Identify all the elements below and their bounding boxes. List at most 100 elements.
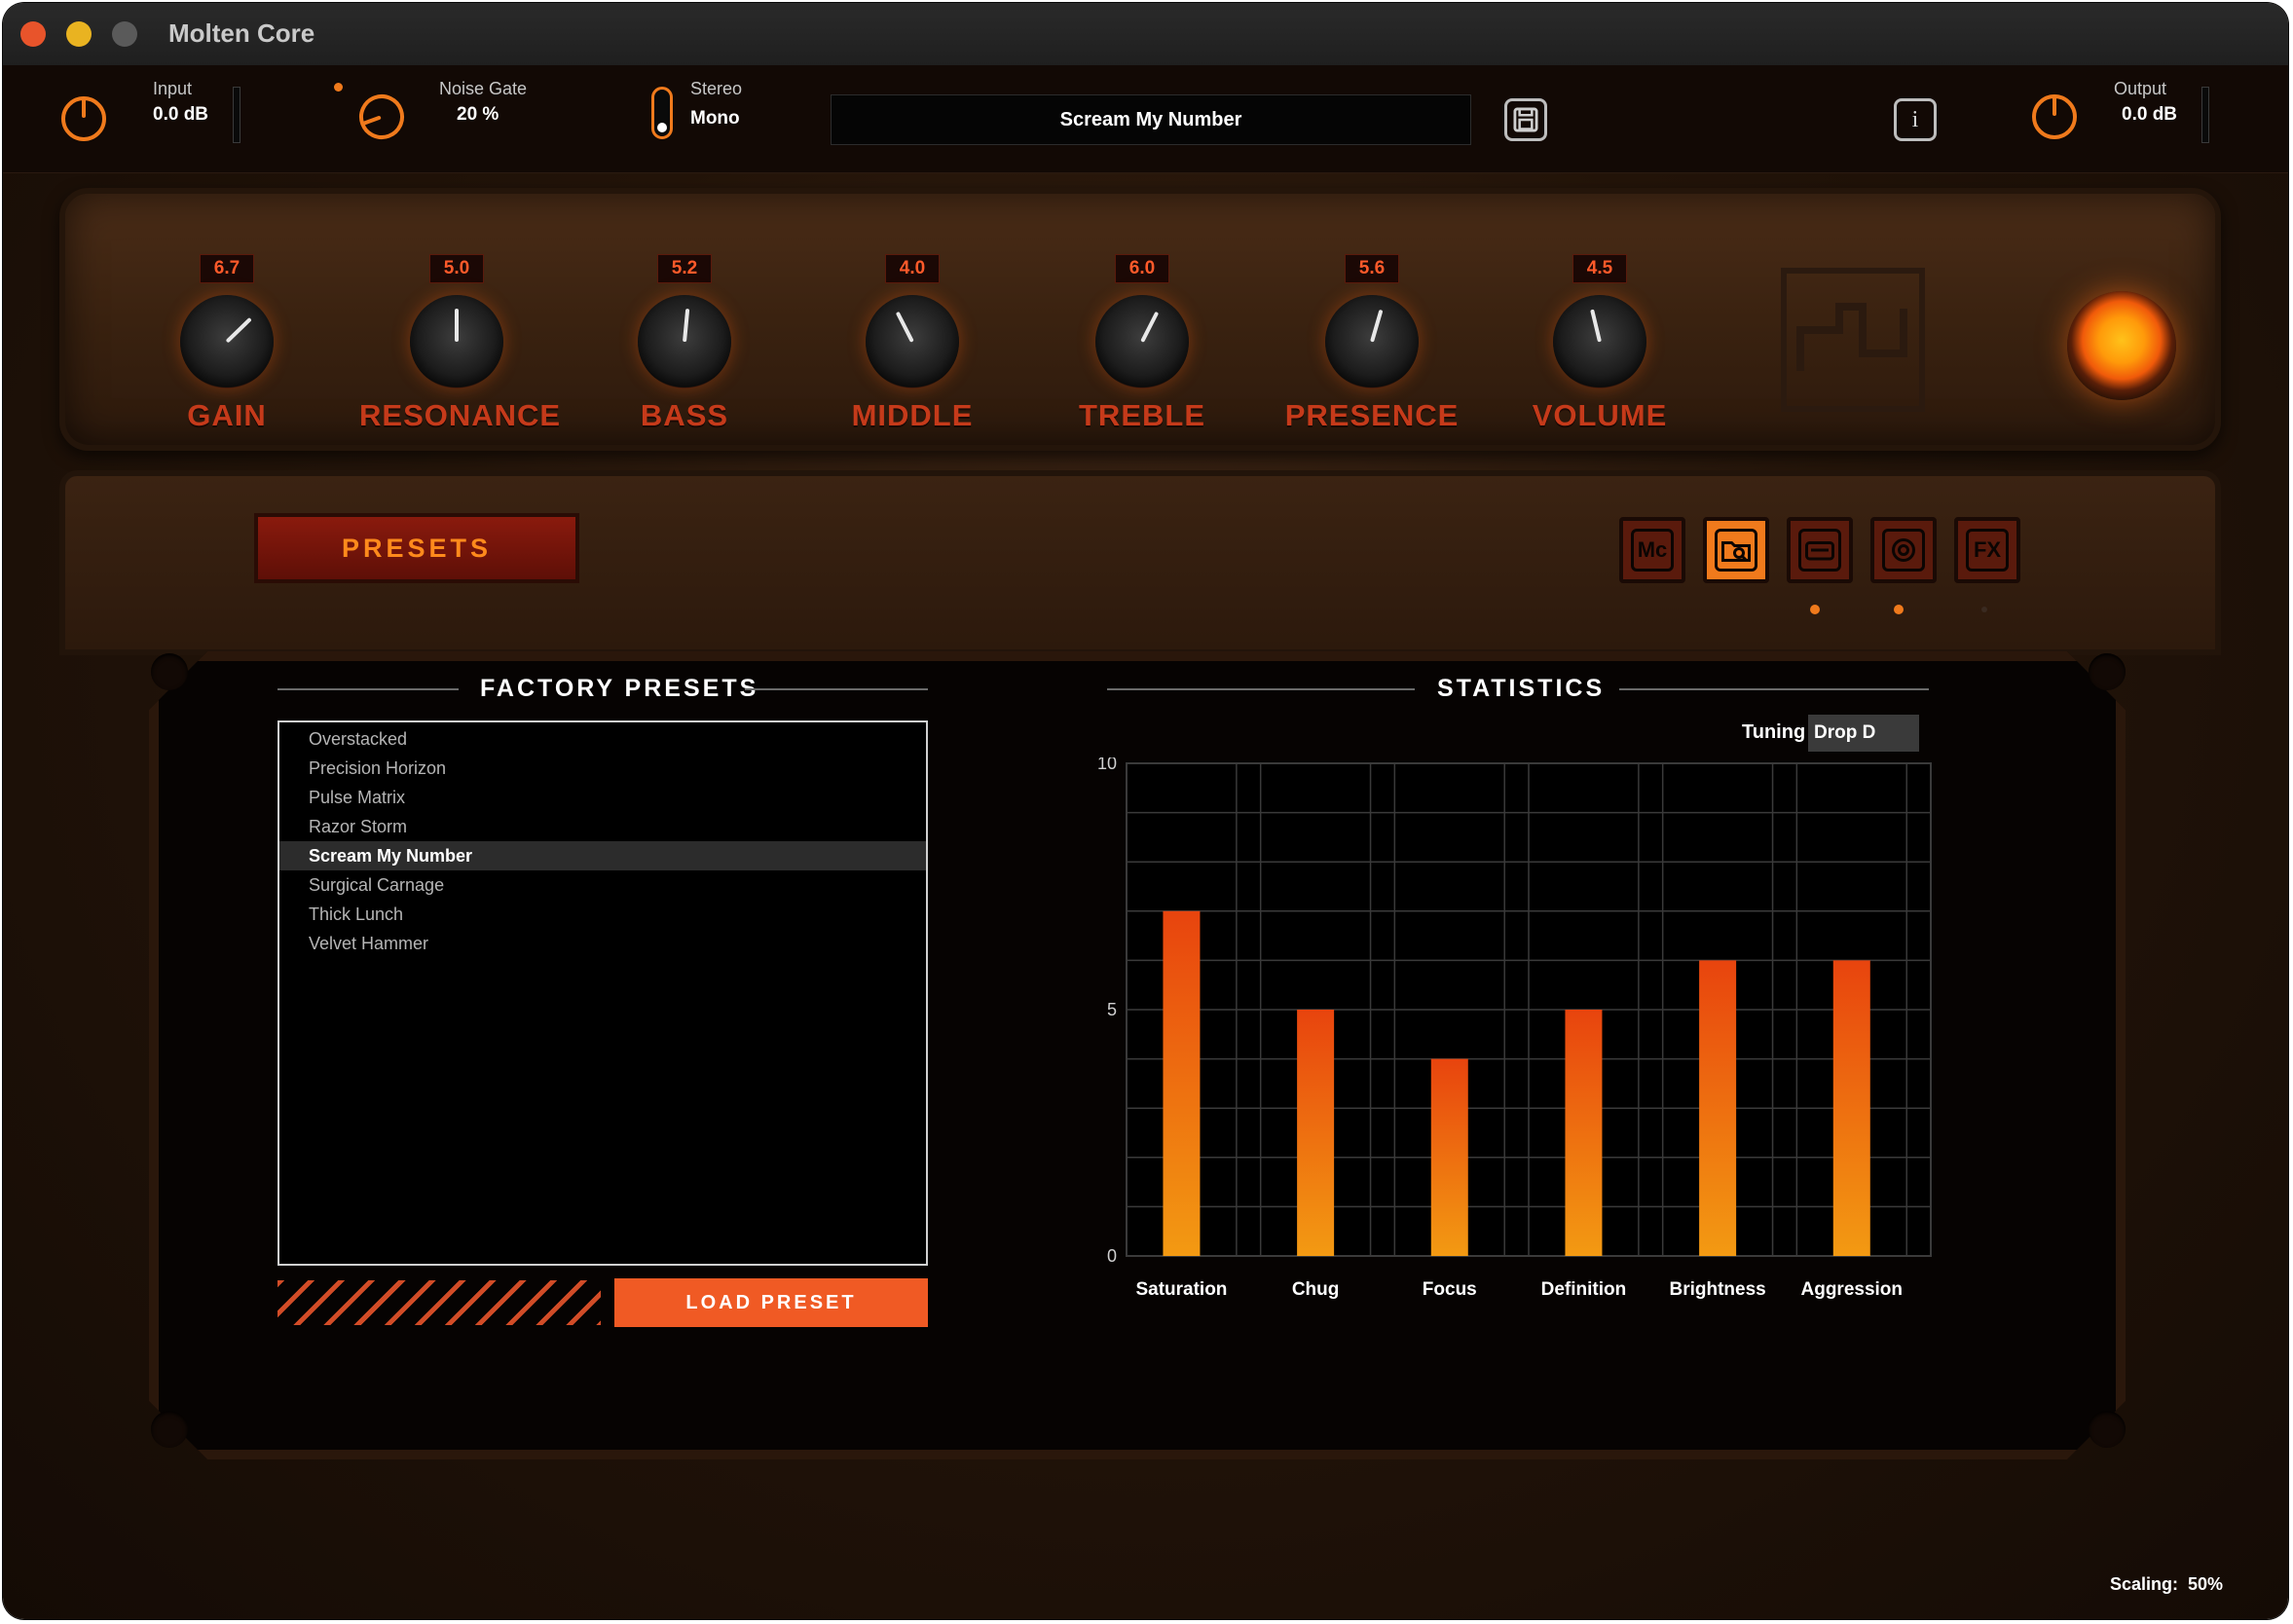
gain-knob[interactable]: [180, 295, 274, 388]
list-item[interactable]: Overstacked: [279, 724, 926, 754]
waveform-logo-icon: [1796, 303, 1907, 371]
knob-pointer: [455, 309, 459, 342]
list-item[interactable]: Precision Horizon: [279, 754, 926, 783]
fx-tab-led: [1981, 607, 1987, 612]
current-preset-display[interactable]: Scream My Number: [831, 94, 1471, 145]
output-knob[interactable]: [2032, 94, 2077, 139]
load-preset-button[interactable]: LOAD PRESET: [614, 1278, 928, 1327]
screw: [2089, 653, 2126, 690]
knob-label: PRESENCE: [1284, 398, 1460, 432]
x-tick-label: Definition: [1541, 1279, 1627, 1300]
knob-resonance: 5.0 RESONANCE: [359, 194, 560, 447]
bar-focus: [1430, 1058, 1468, 1256]
title-bar: Molten Core: [3, 3, 2288, 66]
speaker-icon: [1882, 529, 1925, 572]
input-value: 0.0 dB: [153, 104, 209, 125]
statistics-bar-chart: Saturation Chug Focus Definition Brightness A…: [1097, 757, 1932, 1300]
knob-pointer: [1590, 309, 1602, 343]
stereo-value: Mono: [690, 108, 740, 129]
bass-knob[interactable]: [638, 295, 731, 388]
minimize-window-button[interactable]: [66, 21, 92, 47]
output-meter: [2201, 87, 2209, 143]
tab-mc[interactable]: Mc: [1619, 517, 1685, 583]
x-tick-label: Saturation: [1135, 1279, 1227, 1300]
knob-value-display: 5.6: [1345, 254, 1399, 283]
list-item[interactable]: Velvet Hammer: [279, 929, 926, 958]
x-tick-label: Aggression: [1801, 1279, 1904, 1300]
close-window-button[interactable]: [20, 21, 46, 47]
x-tick-label: Focus: [1423, 1279, 1477, 1300]
knob-label: GAIN: [187, 398, 267, 432]
y-tick-label: 0: [1107, 1246, 1117, 1266]
divider: [745, 688, 928, 690]
resonance-knob[interactable]: [410, 295, 503, 388]
stereo-mono-toggle[interactable]: [651, 87, 673, 139]
power-button[interactable]: [2067, 291, 2176, 400]
volume-knob[interactable]: [1553, 295, 1646, 388]
tab-amp[interactable]: [1787, 517, 1853, 583]
fx-icon: FX: [1966, 529, 2009, 572]
bar-definition: [1565, 1010, 1603, 1256]
input-meter: [233, 87, 240, 143]
stereo-label: Stereo: [690, 79, 743, 98]
list-item[interactable]: Thick Lunch: [279, 900, 926, 929]
bar-brightness: [1699, 960, 1737, 1256]
knob-treble: 6.0 TREBLE: [1045, 194, 1239, 447]
zoom-window-button[interactable]: [112, 21, 137, 47]
scaling-label: Scaling:: [2110, 1574, 2179, 1594]
input-knob[interactable]: [61, 96, 106, 141]
middle-knob[interactable]: [866, 295, 959, 388]
knob-pointer: [1370, 309, 1384, 343]
top-control-bar: Input 0.0 dB Noise Gate 20 % Stereo Mono…: [3, 65, 2288, 173]
knob-value-display: 6.0: [1115, 254, 1169, 283]
knob-middle: 4.0 MIDDLE: [815, 194, 1010, 447]
presence-knob[interactable]: [1325, 295, 1419, 388]
knob-label: BASS: [640, 398, 729, 432]
factory-preset-list[interactable]: Overstacked Precision Horizon Pulse Matr…: [277, 720, 928, 1266]
knob-pointer: [225, 316, 252, 344]
amp-control-panel: 6.7 GAIN 5.0 RESONANCE 5.2 BASS 4.0 MIDDLE 6.0 TR…: [59, 188, 2221, 451]
knob-pointer: [683, 308, 690, 343]
tuning-select[interactable]: Drop D: [1808, 715, 1919, 752]
info-button[interactable]: i: [1894, 98, 1937, 141]
treble-knob[interactable]: [1095, 295, 1189, 388]
list-item[interactable]: Pulse Matrix: [279, 783, 926, 812]
folder-search-icon: [1715, 529, 1757, 572]
tab-cabinet[interactable]: [1870, 517, 1937, 583]
amp-head-icon: [1798, 529, 1841, 572]
tab-fx[interactable]: FX: [1954, 517, 2020, 583]
molten-core-logo: [1781, 268, 1925, 412]
screw: [151, 653, 188, 690]
statistics-title: STATISTICS: [1437, 675, 1606, 702]
knob-volume: 4.5 VOLUME: [1502, 194, 1697, 447]
divider: [277, 688, 459, 690]
tuning-label: Tuning: [1742, 721, 1806, 743]
window-title: Molten Core: [168, 18, 315, 48]
presets-button[interactable]: PRESETS: [254, 513, 579, 583]
list-item-selected[interactable]: Scream My Number: [279, 841, 926, 870]
divider: [1619, 688, 1929, 690]
bar-aggression: [1832, 960, 1870, 1256]
knob-label: TREBLE: [1079, 398, 1205, 432]
knob-value-display: 6.7: [200, 254, 254, 283]
noise-gate-led: [334, 83, 343, 92]
output-label: Output: [2114, 79, 2167, 98]
x-tick-label: Brightness: [1669, 1279, 1765, 1300]
knob-gain: 6.7 GAIN: [129, 194, 324, 447]
input-label: Input: [153, 79, 193, 98]
tab-browser[interactable]: [1703, 517, 1769, 583]
scaling-indicator[interactable]: Scaling: 50%: [2110, 1574, 2223, 1595]
save-preset-button[interactable]: [1504, 98, 1547, 141]
noise-gate-knob[interactable]: [352, 88, 411, 146]
knob-label: VOLUME: [1532, 398, 1668, 432]
amp-tab-led: [1810, 605, 1820, 614]
knob-bass: 5.2 BASS: [587, 194, 782, 447]
divider: [1107, 688, 1415, 690]
noise-gate-label: Noise Gate: [439, 79, 528, 98]
knob-presence: 5.6 PRESENCE: [1275, 194, 1469, 447]
knob-value-display: 4.0: [885, 254, 940, 283]
noise-gate-value: 20 %: [457, 104, 499, 125]
knob-label: MIDDLE: [851, 398, 974, 432]
list-item[interactable]: Razor Storm: [279, 812, 926, 841]
list-item[interactable]: Surgical Carnage: [279, 870, 926, 900]
